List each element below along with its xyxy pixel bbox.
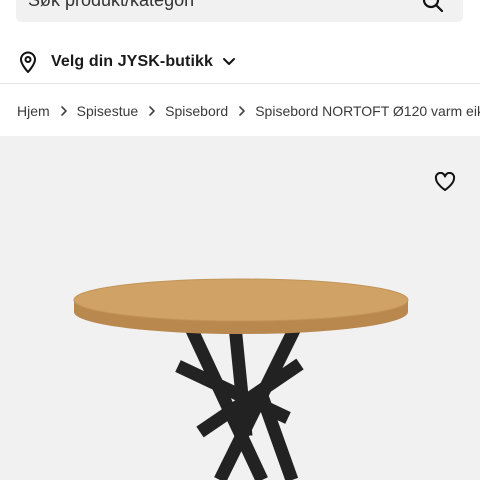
chevron-down-icon — [223, 58, 236, 65]
breadcrumb: Hjem Spisestue Spisebord Spisebord NORTO… — [17, 100, 480, 122]
search-input[interactable] — [28, 0, 388, 22]
chevron-right-icon — [60, 106, 67, 116]
favorite-button[interactable] — [432, 170, 458, 194]
store-selector-label: Velg din JYSK-butikk — [51, 53, 214, 70]
breadcrumb-item-dining-tables[interactable]: Spisebord — [165, 103, 228, 119]
chevron-right-icon — [149, 106, 155, 116]
breadcrumb-item-dining-room[interactable]: Spisestue — [77, 103, 138, 119]
product-gallery[interactable] — [0, 136, 480, 480]
breadcrumb-item-current: Spisebord NORTOFT Ø120 varm eik — [255, 103, 480, 119]
heart-icon — [434, 172, 456, 191]
product-image — [73, 278, 409, 480]
breadcrumb-item-home[interactable]: Hjem — [17, 103, 50, 119]
store-selector[interactable]: Velg din JYSK-butikk — [18, 48, 236, 76]
header-divider — [0, 83, 480, 84]
map-pin-icon — [19, 51, 37, 73]
search-icon[interactable] — [421, 0, 445, 14]
search-bar[interactable] — [16, 0, 463, 22]
table-legs — [175, 323, 304, 480]
chevron-right-icon — [239, 106, 246, 116]
